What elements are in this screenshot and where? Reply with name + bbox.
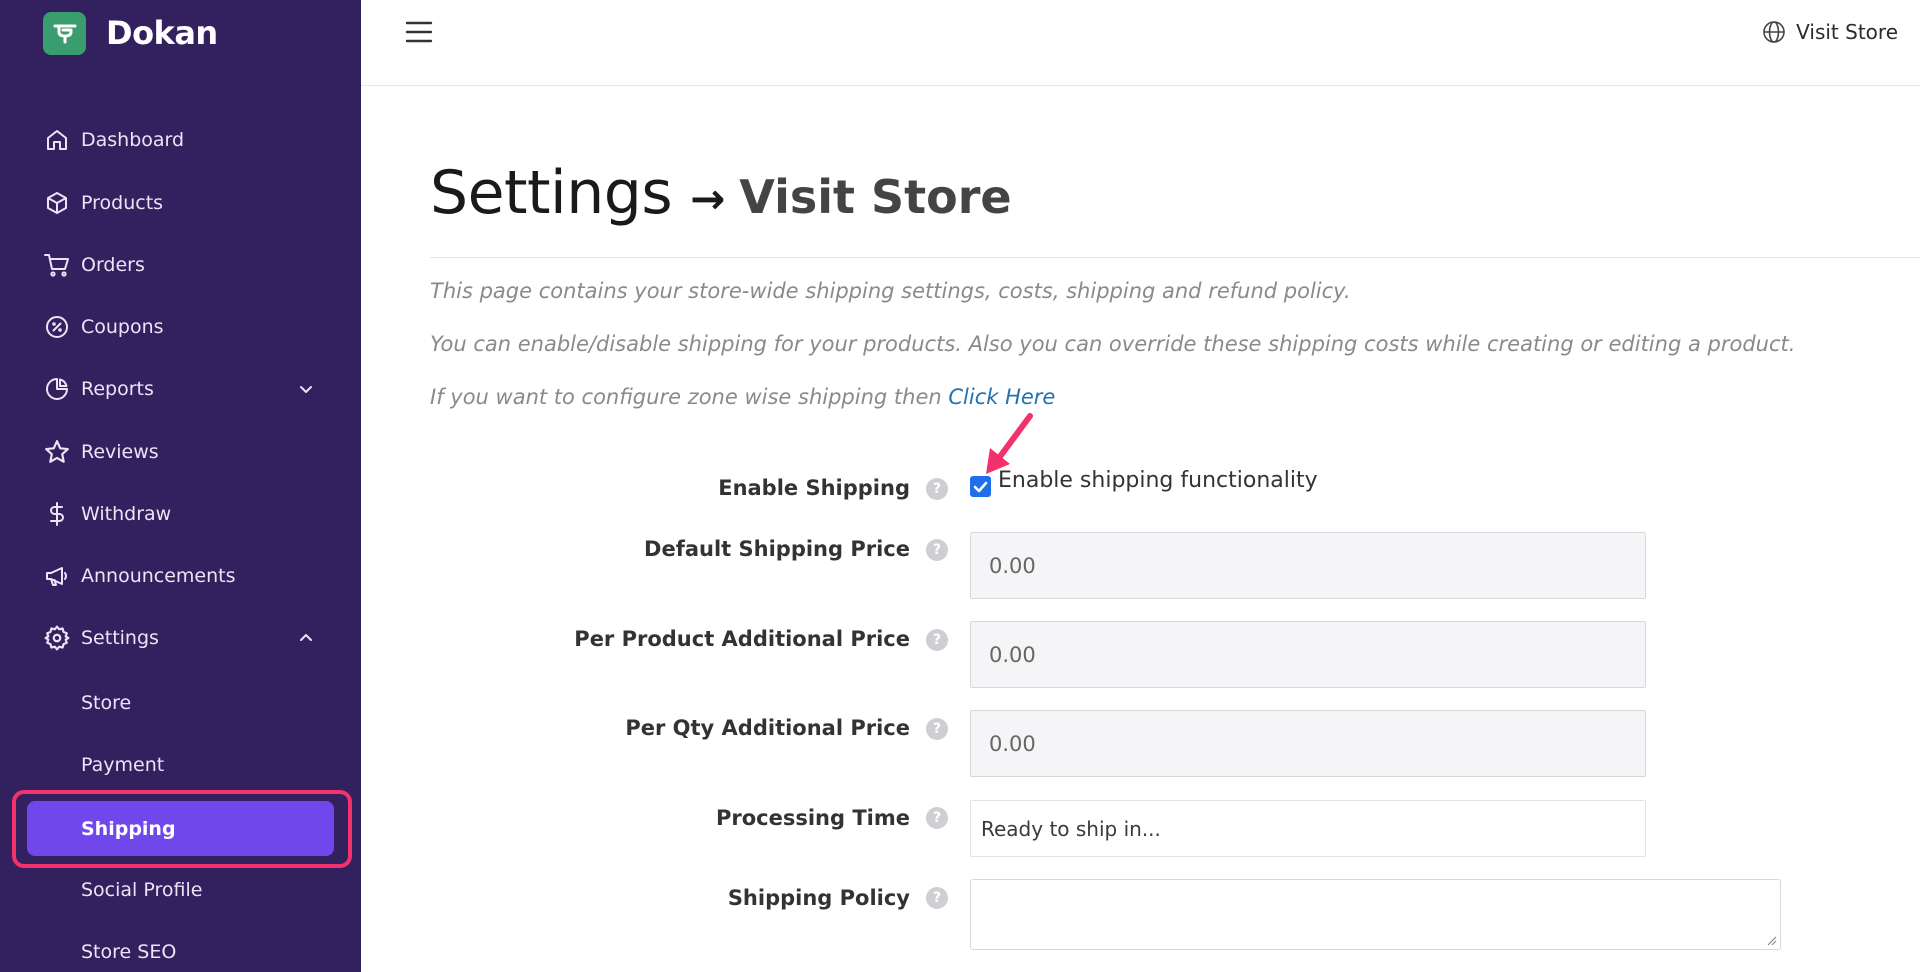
- sidebar-item-label: Coupons: [81, 316, 164, 338]
- default-shipping-price-input[interactable]: 0.00: [970, 532, 1646, 599]
- gear-icon: [44, 625, 70, 651]
- enable-shipping-label: Enable Shipping: [718, 476, 910, 500]
- topbar: Visit Store: [361, 0, 1920, 86]
- sidebar-item-label: Reports: [81, 378, 154, 400]
- shipping-policy-textarea[interactable]: [970, 879, 1781, 950]
- help-icon[interactable]: ?: [926, 887, 948, 909]
- sidebar-item-announcements[interactable]: Announcements: [0, 554, 361, 598]
- page-title: Settings → Visit Store: [430, 158, 1012, 228]
- per-product-additional-price-label: Per Product Additional Price: [574, 627, 910, 651]
- chevron-down-icon[interactable]: [296, 379, 316, 399]
- processing-time-select[interactable]: Ready to ship in...: [970, 800, 1646, 857]
- sidebar: Dokan Dashboard Products Orders Coupons …: [0, 0, 361, 972]
- resize-handle-icon[interactable]: [1765, 934, 1777, 946]
- dokan-logo-icon: [43, 11, 86, 55]
- box-icon: [44, 190, 70, 216]
- help-icon[interactable]: ?: [926, 807, 948, 829]
- sidebar-item-withdraw[interactable]: Withdraw: [0, 492, 361, 536]
- sidebar-subitem-shipping[interactable]: Shipping: [27, 801, 334, 856]
- sidebar-item-label: Dashboard: [81, 129, 185, 151]
- globe-icon: [1762, 20, 1786, 44]
- percent-icon: [44, 314, 70, 340]
- dollar-icon: [44, 501, 70, 527]
- sidebar-subitem-label: Shipping: [81, 817, 176, 840]
- sidebar-item-reviews[interactable]: Reviews: [0, 430, 361, 474]
- per-qty-additional-price-input[interactable]: 0.00: [970, 710, 1646, 777]
- help-icon[interactable]: ?: [926, 718, 948, 740]
- page-title-main: Settings: [430, 158, 673, 228]
- sidebar-item-reports[interactable]: Reports: [0, 367, 361, 411]
- sidebar-item-label: Settings: [81, 627, 159, 649]
- help-icon[interactable]: ?: [926, 629, 948, 651]
- chevron-up-icon[interactable]: [296, 628, 316, 648]
- sidebar-subitem-social-profile[interactable]: Social Profile: [0, 868, 361, 912]
- sidebar-item-settings[interactable]: Settings: [0, 616, 361, 660]
- visit-store-label: Visit Store: [1796, 20, 1898, 44]
- sidebar-subitem-label: Social Profile: [81, 879, 203, 901]
- menu-icon[interactable]: [405, 18, 433, 46]
- processing-time-label: Processing Time: [715, 806, 910, 830]
- sidebar-subitem-label: Store SEO: [81, 941, 177, 963]
- star-icon: [44, 439, 70, 465]
- sidebar-item-products[interactable]: Products: [0, 181, 361, 225]
- cart-icon: [44, 252, 70, 278]
- info-text-3: If you want to configure zone wise shipp…: [430, 385, 1055, 409]
- sidebar-item-label: Reviews: [81, 441, 159, 463]
- sidebar-subitem-store-seo[interactable]: Store SEO: [0, 930, 361, 972]
- shipping-policy-label: Shipping Policy: [727, 886, 910, 910]
- sidebar-item-coupons[interactable]: Coupons: [0, 305, 361, 349]
- sidebar-subitem-label: Store: [81, 692, 132, 714]
- brand[interactable]: Dokan: [43, 11, 218, 55]
- info-text-2: You can enable/disable shipping for your…: [430, 332, 1796, 356]
- default-shipping-price-label: Default Shipping Price: [644, 537, 910, 561]
- title-arrow: →: [690, 174, 726, 223]
- info-text-1: This page contains your store-wide shipp…: [430, 279, 1351, 303]
- click-here-link[interactable]: Click Here: [948, 385, 1055, 409]
- sidebar-item-orders[interactable]: Orders: [0, 243, 361, 287]
- sidebar-item-dashboard[interactable]: Dashboard: [0, 118, 361, 162]
- help-icon[interactable]: ?: [926, 478, 948, 500]
- page-title-visit-store-link[interactable]: Visit Store: [739, 170, 1011, 224]
- pie-chart-icon: [44, 376, 70, 402]
- sidebar-item-label: Withdraw: [81, 503, 172, 525]
- sidebar-item-label: Announcements: [81, 565, 236, 587]
- sidebar-subitem-label: Payment: [81, 754, 165, 776]
- visit-store-link[interactable]: Visit Store: [1762, 18, 1898, 46]
- help-icon[interactable]: ?: [926, 539, 948, 561]
- enable-shipping-checkbox-label[interactable]: Enable shipping functionality: [998, 468, 1318, 493]
- per-qty-additional-price-label: Per Qty Additional Price: [625, 716, 910, 740]
- brand-name: Dokan: [106, 14, 218, 52]
- sidebar-subitem-payment[interactable]: Payment: [0, 743, 361, 787]
- megaphone-icon: [44, 563, 70, 589]
- sidebar-subitem-store[interactable]: Store: [0, 681, 361, 725]
- info-text-3-prefix: If you want to configure zone wise shipp…: [430, 385, 949, 409]
- divider: [430, 257, 1920, 258]
- sidebar-item-label: Orders: [81, 254, 145, 276]
- enable-shipping-checkbox[interactable]: [970, 476, 991, 497]
- home-icon: [44, 127, 70, 153]
- sidebar-item-label: Products: [81, 192, 164, 214]
- per-product-additional-price-input[interactable]: 0.00: [970, 621, 1646, 688]
